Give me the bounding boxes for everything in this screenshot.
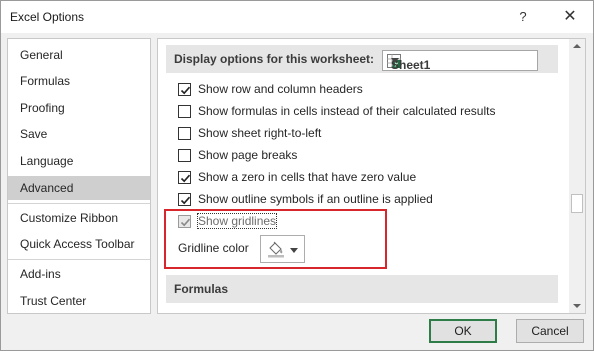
checkmark-icon <box>180 174 191 183</box>
worksheet-select[interactable]: x Sheet1 <box>382 50 538 72</box>
option-label: Show row and column headers <box>198 82 363 96</box>
advanced-options-panel: Display options for this worksheet: x Sh… <box>157 38 586 314</box>
ok-button[interactable]: OK <box>429 319 497 343</box>
scroll-down-arrow-icon[interactable] <box>573 304 581 308</box>
chevron-down-icon <box>391 58 399 63</box>
gridlines-highlight-box <box>164 209 387 269</box>
option-label: Show sheet right-to-left <box>198 126 322 140</box>
checkbox[interactable] <box>178 171 191 184</box>
formulas-section-header: Formulas <box>166 275 558 303</box>
sidebar-item-proofing[interactable]: Proofing <box>8 96 150 120</box>
checkbox[interactable] <box>178 127 191 140</box>
checkbox[interactable] <box>178 193 191 206</box>
scrollbar-thumb[interactable] <box>571 194 583 213</box>
dialog-title: Excel Options <box>10 10 85 24</box>
checkmark-icon <box>180 196 191 205</box>
help-button[interactable]: ? <box>513 7 533 27</box>
sidebar-item-formulas[interactable]: Formulas <box>8 69 150 93</box>
sidebar-item-trust-center[interactable]: Trust Center <box>8 289 150 313</box>
cancel-button[interactable]: Cancel <box>516 319 584 343</box>
excel-options-dialog: Excel Options ? ✕ General Formulas Proof… <box>0 0 594 351</box>
worksheet-display-section-header: Display options for this worksheet: x Sh… <box>166 45 558 73</box>
sidebar-item-general[interactable]: General <box>8 43 150 67</box>
sidebar-item-add-ins[interactable]: Add-ins <box>8 262 150 286</box>
sidebar-item-customize-ribbon[interactable]: Customize Ribbon <box>8 206 150 230</box>
close-button[interactable]: ✕ <box>559 7 581 27</box>
sidebar-divider <box>8 203 150 204</box>
sidebar: General Formulas Proofing Save Language … <box>7 38 151 314</box>
checkmark-icon <box>180 86 191 95</box>
title-bar: Excel Options ? ✕ <box>1 1 593 33</box>
sidebar-item-advanced[interactable]: Advanced <box>8 176 150 200</box>
option-label: Show formulas in cells instead of their … <box>198 104 496 118</box>
sidebar-divider <box>8 259 150 260</box>
checkbox[interactable] <box>178 105 191 118</box>
sidebar-item-language[interactable]: Language <box>8 149 150 173</box>
option-label: Show a zero in cells that have zero valu… <box>198 170 417 184</box>
section-header-label: Formulas <box>174 282 229 296</box>
checkbox[interactable] <box>178 83 191 96</box>
scroll-up-arrow-icon[interactable] <box>573 44 581 48</box>
content-scrollbar[interactable] <box>569 39 585 313</box>
checkbox[interactable] <box>178 149 191 162</box>
option-label: Show outline symbols if an outline is ap… <box>198 192 433 206</box>
sidebar-item-quick-access-toolbar[interactable]: Quick Access Toolbar <box>8 232 150 256</box>
sidebar-item-save[interactable]: Save <box>8 122 150 146</box>
section-header-label: Display options for this worksheet: <box>174 52 375 66</box>
option-label: Show page breaks <box>198 148 298 162</box>
